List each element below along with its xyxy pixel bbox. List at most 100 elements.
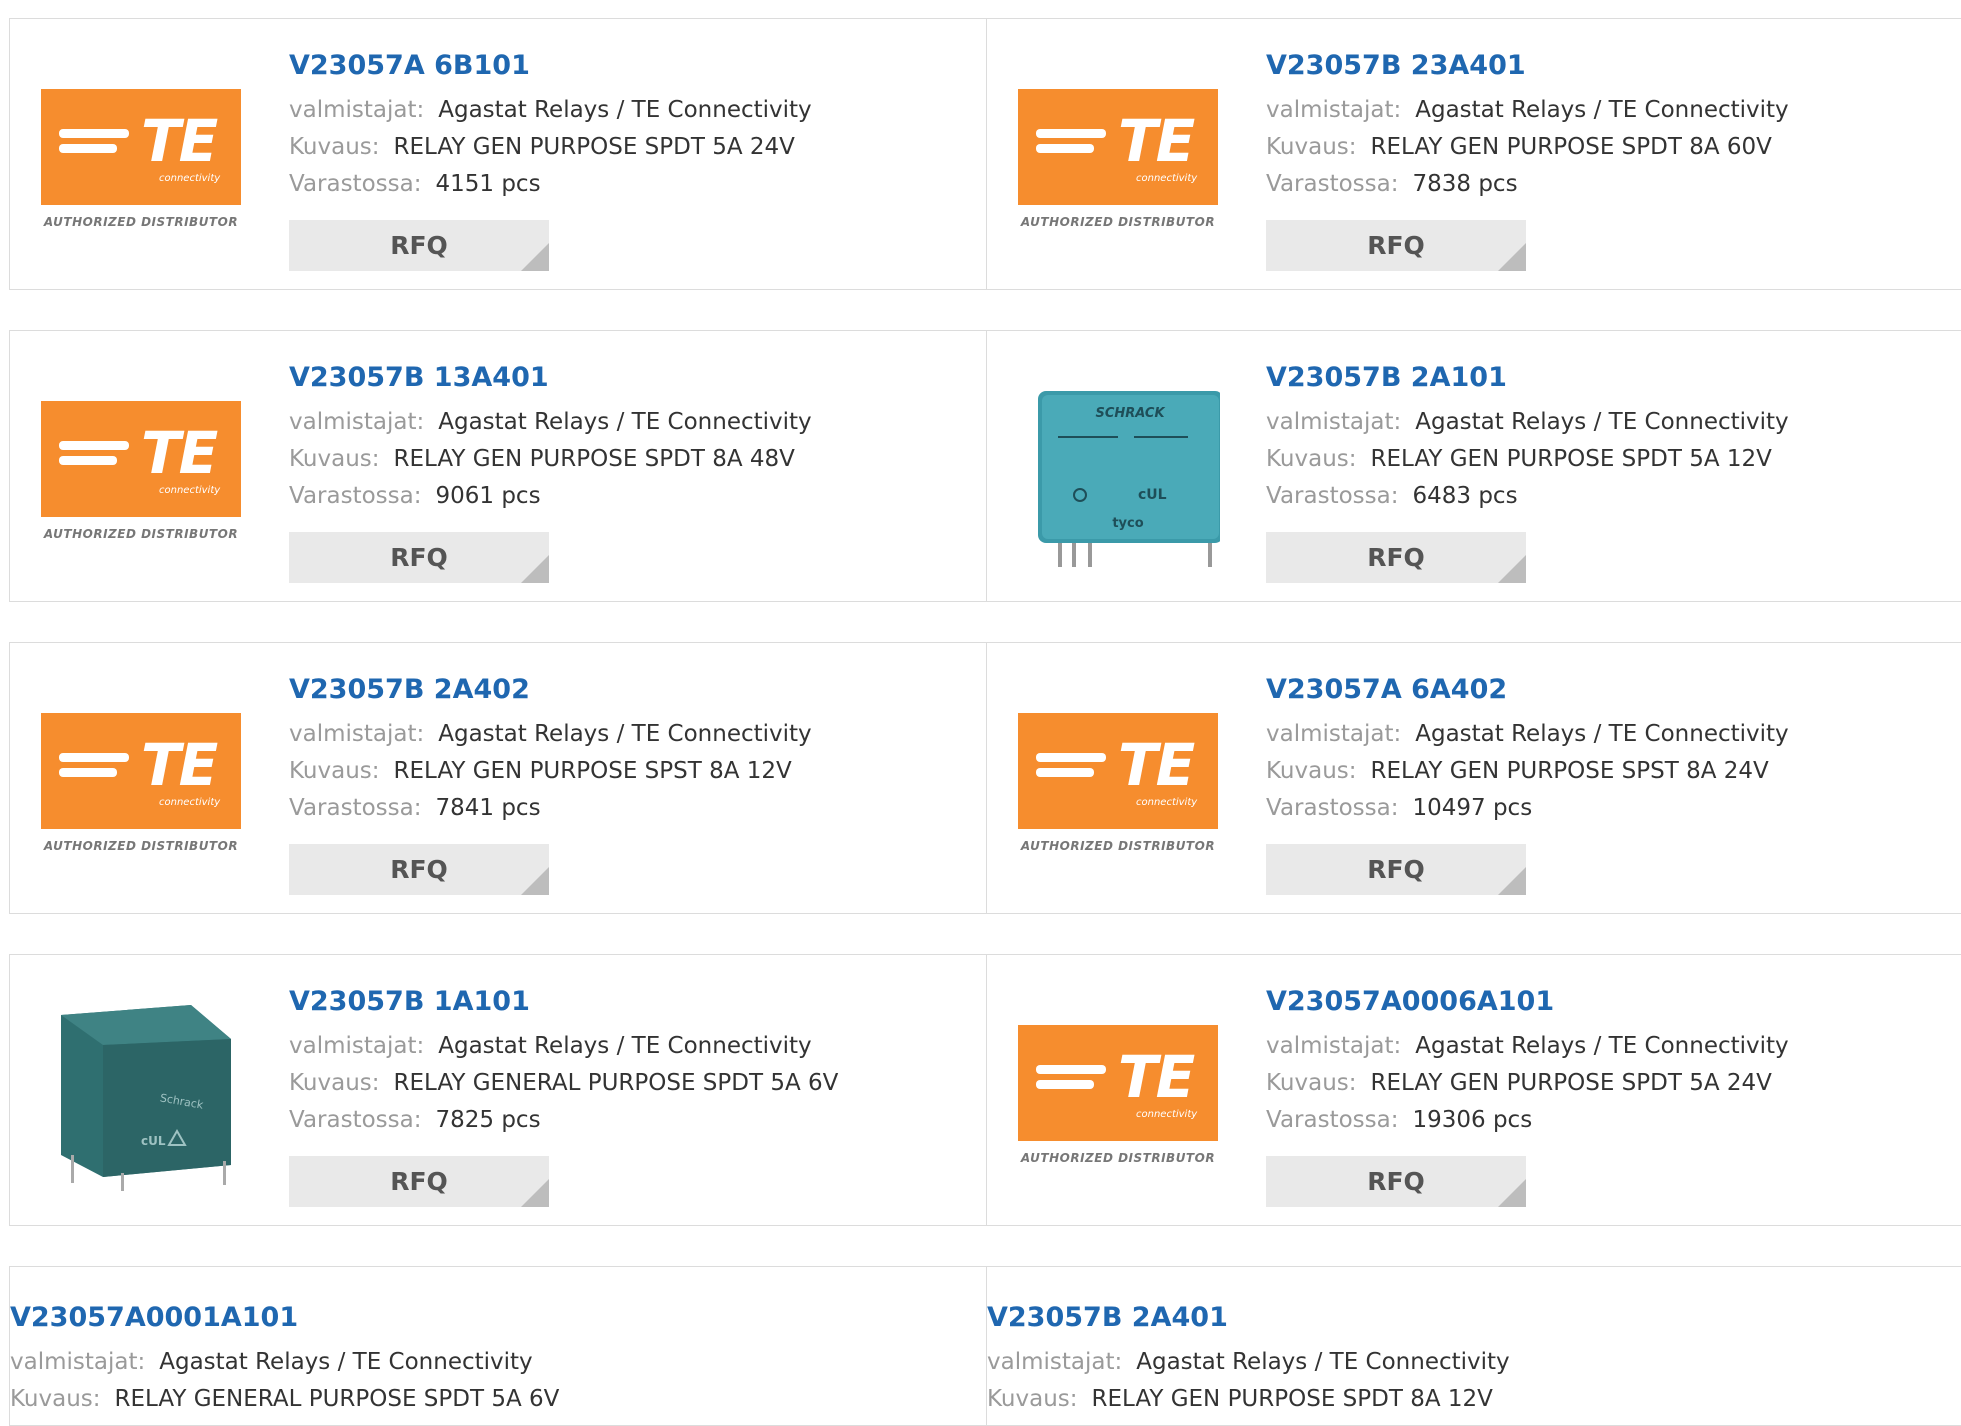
authorized-distributor-label: AUTHORIZED DISTRIBUTOR [43, 839, 239, 853]
rfq-corner-decoration [521, 555, 549, 583]
authorized-distributor-label: AUTHORIZED DISTRIBUTOR [43, 215, 239, 229]
product-part-link[interactable]: V23057A0001A101 [10, 1301, 559, 1335]
authorized-distributor-label: AUTHORIZED DISTRIBUTOR [1020, 1151, 1216, 1165]
relay-image: SCHRACK cUL tyco [1038, 391, 1223, 567]
description-row: Kuvaus: RELAY GEN PURPOSE SPDT 8A 12V [987, 1381, 1510, 1418]
manufacturer-value: Agastat Relays / TE Connectivity [1415, 1033, 1789, 1059]
product-card: TE connectivity AUTHORIZED DISTRIBUTOR V… [9, 18, 987, 290]
manufacturer-label: valmistajat: [1266, 97, 1402, 123]
stock-label: Varastossa: [1266, 483, 1399, 509]
manufacturer-row: valmistajat: Agastat Relays / TE Connecti… [1266, 1028, 1789, 1065]
description-row: Kuvaus: RELAY GENERAL PURPOSE SPDT 5A 6V [10, 1381, 559, 1418]
stock-value: 6483 pcs [1412, 483, 1518, 509]
product-card: TE connectivity AUTHORIZED DISTRIBUTOR V… [986, 954, 1961, 1226]
rfq-button-label: RFQ [1367, 1167, 1425, 1196]
stock-value: 7841 pcs [435, 795, 541, 821]
description-value: RELAY GENERAL PURPOSE SPDT 5A 6V [393, 1070, 839, 1096]
rfq-button-label: RFQ [390, 1167, 448, 1196]
manufacturer-value: Agastat Relays / TE Connectivity [159, 1349, 533, 1375]
rfq-button-label: RFQ [390, 231, 448, 260]
product-part-link[interactable]: V23057B 23A401 [1266, 49, 1789, 83]
te-logo-sub: connectivity [1136, 173, 1198, 184]
rfq-corner-decoration [1498, 243, 1526, 271]
rfq-button-label: RFQ [1367, 543, 1425, 572]
product-card: TE connectivity AUTHORIZED DISTRIBUTOR V… [986, 642, 1961, 914]
description-value: RELAY GEN PURPOSE SPDT 8A 60V [1370, 134, 1772, 160]
product-part-link[interactable]: V23057A 6A402 [1266, 673, 1789, 707]
te-logo-word: TE [1118, 107, 1195, 175]
stock-label: Varastossa: [289, 483, 422, 509]
product-part-link[interactable]: V23057B 1A101 [289, 985, 838, 1019]
manufacturer-label: valmistajat: [289, 721, 425, 747]
stock-value: 10497 pcs [1412, 795, 1533, 821]
te-logo-sub: connectivity [159, 797, 221, 808]
product-part-link[interactable]: V23057B 13A401 [289, 361, 812, 395]
rfq-button[interactable]: RFQ [1266, 1156, 1526, 1207]
stock-row: Varastossa: 10497 pcs [1266, 790, 1789, 827]
product-part-link[interactable]: V23057B 2A401 [987, 1301, 1510, 1335]
te-connectivity-logo: TE connectivity AUTHORIZED DISTRIBUTOR [41, 89, 243, 239]
stock-row: Varastossa: 9061 pcs [289, 478, 812, 515]
manufacturer-value: Agastat Relays / TE Connectivity [1415, 721, 1789, 747]
description-row: Kuvaus: RELAY GEN PURPOSE SPDT 8A 48V [289, 441, 812, 478]
manufacturer-value: Agastat Relays / TE Connectivity [438, 97, 812, 123]
rfq-button[interactable]: RFQ [289, 220, 549, 271]
rfq-corner-decoration [1498, 867, 1526, 895]
relay-brand-tyco: tyco [1112, 516, 1143, 531]
description-value: RELAY GEN PURPOSE SPDT 8A 48V [393, 446, 795, 472]
stock-label: Varastossa: [289, 171, 422, 197]
description-label: Kuvaus: [1266, 1070, 1357, 1096]
te-logo-word: TE [141, 419, 218, 487]
description-value: RELAY GEN PURPOSE SPDT 5A 24V [393, 134, 795, 160]
rfq-button[interactable]: RFQ [289, 1156, 549, 1207]
description-value: RELAY GEN PURPOSE SPST 8A 24V [1370, 758, 1769, 784]
manufacturer-value: Agastat Relays / TE Connectivity [438, 721, 812, 747]
stock-row: Varastossa: 7825 pcs [289, 1102, 838, 1139]
rfq-corner-decoration [521, 867, 549, 895]
description-label: Kuvaus: [289, 446, 380, 472]
description-label: Kuvaus: [289, 134, 380, 160]
te-connectivity-logo: TE connectivity AUTHORIZED DISTRIBUTOR [41, 401, 243, 551]
manufacturer-row: valmistajat: Agastat Relays / TE Connecti… [1266, 716, 1789, 753]
rfq-button[interactable]: RFQ [1266, 844, 1526, 895]
svg-text:cUL: cUL [141, 1134, 166, 1148]
product-card: TE connectivity AUTHORIZED DISTRIBUTOR V… [986, 18, 1961, 290]
description-label: Kuvaus: [1266, 134, 1357, 160]
stock-value: 19306 pcs [1412, 1107, 1533, 1133]
rfq-button[interactable]: RFQ [289, 844, 549, 895]
product-part-link[interactable]: V23057A 6B101 [289, 49, 812, 83]
relay-photo-blue: SCHRACK cUL tyco [1018, 371, 1223, 573]
te-logo-sub: connectivity [1136, 797, 1198, 808]
rfq-button[interactable]: RFQ [1266, 532, 1526, 583]
manufacturer-row: valmistajat: Agastat Relays / TE Connecti… [1266, 404, 1789, 441]
manufacturer-label: valmistajat: [1266, 409, 1402, 435]
product-part-link[interactable]: V23057B 2A101 [1266, 361, 1789, 395]
description-label: Kuvaus: [987, 1386, 1078, 1412]
description-value: RELAY GENERAL PURPOSE SPDT 5A 6V [114, 1386, 560, 1412]
description-row: Kuvaus: RELAY GEN PURPOSE SPST 8A 24V [1266, 753, 1789, 790]
authorized-distributor-label: AUTHORIZED DISTRIBUTOR [1020, 215, 1216, 229]
rfq-button-label: RFQ [1367, 231, 1425, 260]
te-connectivity-logo: TE connectivity AUTHORIZED DISTRIBUTOR [1018, 89, 1220, 239]
rfq-corner-decoration [1498, 1179, 1526, 1207]
stock-value: 7825 pcs [435, 1107, 541, 1133]
description-value: RELAY GEN PURPOSE SPST 8A 12V [393, 758, 792, 784]
description-row: Kuvaus: RELAY GEN PURPOSE SPDT 5A 12V [1266, 441, 1789, 478]
rfq-button-label: RFQ [390, 855, 448, 884]
rfq-button[interactable]: RFQ [289, 532, 549, 583]
description-label: Kuvaus: [10, 1386, 101, 1412]
te-logo-sub: connectivity [1136, 1109, 1198, 1120]
manufacturer-row: valmistajat: Agastat Relays / TE Connecti… [289, 716, 812, 753]
stock-label: Varastossa: [1266, 171, 1399, 197]
product-part-link[interactable]: V23057B 2A402 [289, 673, 812, 707]
authorized-distributor-label: AUTHORIZED DISTRIBUTOR [43, 527, 239, 541]
manufacturer-label: valmistajat: [289, 409, 425, 435]
manufacturer-row: valmistajat: Agastat Relays / TE Connecti… [987, 1344, 1510, 1381]
stock-label: Varastossa: [1266, 795, 1399, 821]
manufacturer-value: Agastat Relays / TE Connectivity [1415, 97, 1789, 123]
rfq-button[interactable]: RFQ [1266, 220, 1526, 271]
stock-value: 4151 pcs [435, 171, 541, 197]
product-part-link[interactable]: V23057A0006A101 [1266, 985, 1789, 1019]
manufacturer-row: valmistajat: Agastat Relays / TE Connecti… [289, 404, 812, 441]
rfq-corner-decoration [521, 243, 549, 271]
